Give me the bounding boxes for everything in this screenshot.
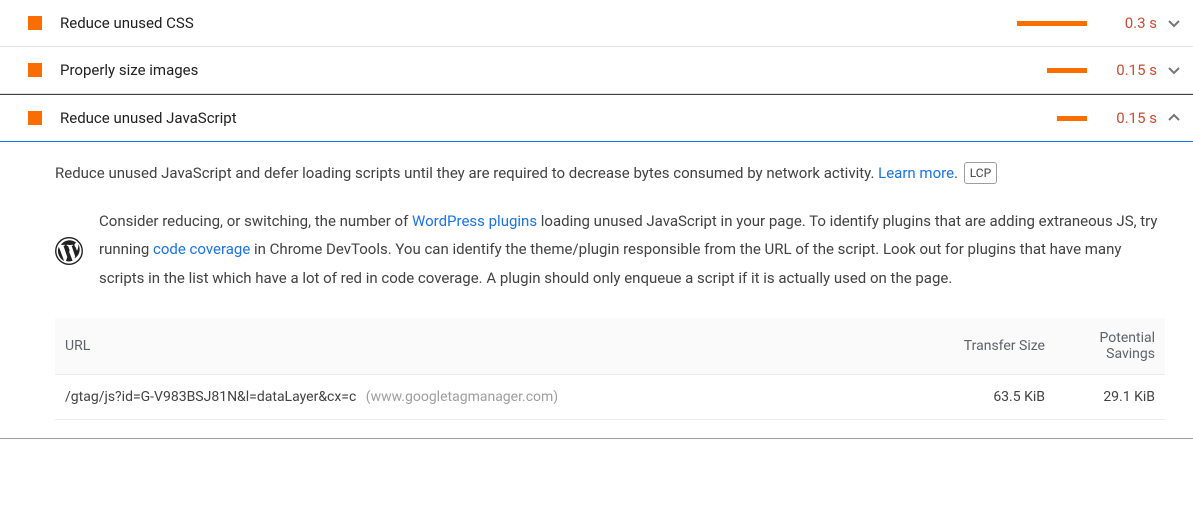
square-icon	[28, 16, 42, 30]
desc-text: Reduce unused JavaScript and defer loadi…	[55, 164, 878, 182]
url-host: (www.googletagmanager.com)	[366, 389, 558, 405]
wordpress-hint: Consider reducing, or switching, the num…	[55, 207, 1165, 293]
audit-row-unused-css[interactable]: Reduce unused CSS 0.3 s	[0, 0, 1193, 47]
audit-time: 0.15 s	[1101, 61, 1157, 79]
savings-bar	[1057, 116, 1087, 121]
audit-title: Reduce unused CSS	[60, 14, 1017, 32]
cell-url: /gtag/js?id=G-V983BSJ81N&l=dataLayer&cx=…	[55, 375, 890, 420]
table-row: /gtag/js?id=G-V983BSJ81N&l=dataLayer&cx=…	[55, 375, 1165, 420]
savings-bar	[1017, 21, 1087, 26]
learn-more-link[interactable]: Learn more	[878, 164, 954, 182]
chevron-down-icon	[1167, 63, 1181, 77]
cell-savings: 29.1 KiB	[1055, 375, 1165, 420]
chevron-down-icon	[1167, 16, 1181, 30]
audit-title: Properly size images	[60, 61, 1047, 79]
audit-description: Reduce unused JavaScript and defer loadi…	[55, 162, 1165, 185]
url-path: /gtag/js?id=G-V983BSJ81N&l=dataLayer&cx=…	[65, 389, 356, 405]
audit-title: Reduce unused JavaScript	[60, 109, 1057, 127]
savings-bar	[1047, 68, 1087, 73]
audit-time: 0.3 s	[1101, 14, 1157, 32]
chevron-up-icon	[1167, 111, 1181, 125]
col-url: URL	[55, 318, 890, 375]
cell-transfer: 63.5 KiB	[890, 375, 1055, 420]
code-coverage-link[interactable]: code coverage	[153, 240, 250, 258]
wp-plugins-link[interactable]: WordPress plugins	[412, 212, 537, 230]
resources-table: URL Transfer Size Potential Savings /gta…	[55, 318, 1165, 420]
col-savings: Potential Savings	[1055, 318, 1165, 375]
wordpress-hint-text: Consider reducing, or switching, the num…	[99, 207, 1165, 293]
lcp-badge: LCP	[964, 162, 997, 184]
wordpress-icon	[55, 237, 83, 265]
audit-row-size-images[interactable]: Properly size images 0.15 s	[0, 47, 1193, 94]
square-icon	[28, 111, 42, 125]
square-icon	[28, 63, 42, 77]
col-transfer: Transfer Size	[890, 318, 1055, 375]
audit-row-unused-js[interactable]: Reduce unused JavaScript 0.15 s	[0, 94, 1193, 142]
audit-time: 0.15 s	[1101, 109, 1157, 127]
audit-details-panel: Reduce unused JavaScript and defer loadi…	[0, 142, 1193, 439]
